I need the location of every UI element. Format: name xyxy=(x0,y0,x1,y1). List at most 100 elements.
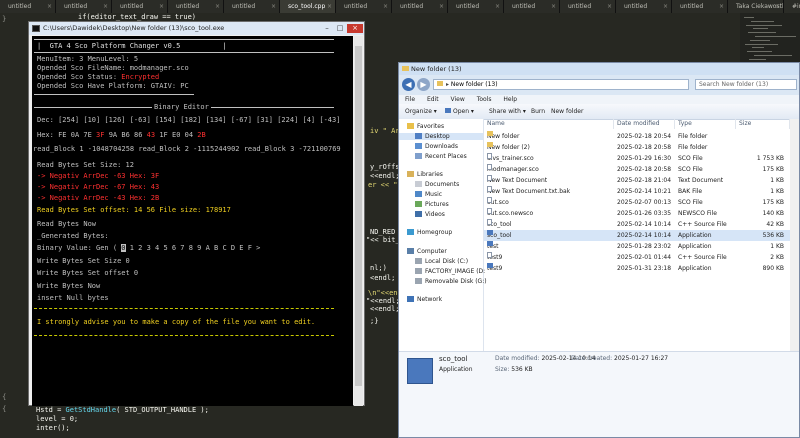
editor-tab[interactable]: untitled × xyxy=(672,0,728,13)
forward-arrow-icon[interactable]: ▶ xyxy=(417,78,430,91)
console-screen[interactable]: | GTA 4 Sco Platform Changer v0.5 | Menu… xyxy=(32,36,353,406)
share-with-button[interactable]: Share with ▾ xyxy=(489,104,526,119)
close-button[interactable]: × xyxy=(347,24,363,33)
file-row[interactable]: test9 2025-01-31 23:18 Application 890 KB xyxy=(484,263,790,274)
menu-edit[interactable]: Edit xyxy=(427,96,439,103)
file-list-scrollbar[interactable] xyxy=(790,119,799,351)
code-line-inter[interactable]: inter(); xyxy=(36,424,70,432)
editor-tab[interactable]: Taka Ciekawostka Dla Moich Fanów× xyxy=(728,0,784,13)
nav-network[interactable]: Network xyxy=(407,296,442,303)
binary-value-line[interactable]: Binary Value: Gen ( 0 1 2 3 4 5 6 7 8 9 … xyxy=(37,244,260,252)
file-row[interactable]: sco_tool 2025-02-14 10:14 C++ Source File 4… xyxy=(484,219,790,230)
code-line-top[interactable]: if(editor_text_draw == true) xyxy=(78,13,196,21)
file-row[interactable]: New folder (2) 2025-02-18 20:58 File folde… xyxy=(484,142,790,153)
nav-favorites[interactable]: Favorites xyxy=(407,123,444,130)
nav-recent[interactable]: Recent Places xyxy=(415,153,467,160)
write-now[interactable]: Write Bytes Now xyxy=(37,282,100,290)
code-fragment[interactable]: <endl; xyxy=(370,274,395,282)
column-size[interactable]: Size xyxy=(736,119,790,129)
address-input[interactable]: ▸ New folder (13) xyxy=(433,79,689,90)
code-fragment[interactable]: \n"<<end xyxy=(368,289,402,297)
close-tab-icon[interactable]: × xyxy=(327,0,332,13)
column-type[interactable]: Type xyxy=(675,119,736,129)
minimize-button[interactable]: – xyxy=(321,24,333,33)
close-tab-icon[interactable]: × xyxy=(383,0,388,13)
close-tab-icon[interactable]: × xyxy=(663,0,668,13)
menu-view[interactable]: View xyxy=(451,96,465,103)
nav-videos[interactable]: Videos xyxy=(415,211,445,218)
menu-tools[interactable]: Tools xyxy=(477,96,492,103)
close-tab-icon[interactable]: × xyxy=(719,0,724,13)
search-input[interactable]: Search New folder (13) xyxy=(695,79,797,90)
editor-tab[interactable]: untitled × xyxy=(56,0,112,13)
breadcrumb[interactable]: New folder (13) xyxy=(451,81,498,88)
close-tab-icon[interactable]: × xyxy=(47,0,52,13)
nav-local-disk[interactable]: Local Disk (C:) xyxy=(415,258,468,265)
nav-desktop[interactable]: Desktop xyxy=(399,133,483,140)
editor-tab[interactable]: untitled × xyxy=(168,0,224,13)
column-name[interactable]: Name xyxy=(484,119,614,129)
explorer-window[interactable]: New folder (13) ◀ ▶ ▸ New folder (13) Se… xyxy=(398,62,800,438)
close-tab-icon[interactable]: × xyxy=(551,0,556,13)
close-tab-icon[interactable]: × xyxy=(439,0,444,13)
editor-tab[interactable]: untitled × xyxy=(616,0,672,13)
back-arrow-icon[interactable]: ◀ xyxy=(402,78,415,91)
burn-button[interactable]: Burn xyxy=(531,104,545,119)
file-row[interactable]: New Text Document.txt.bak 2025-02-14 10:2… xyxy=(484,186,790,197)
menu-file[interactable]: File xyxy=(405,96,415,103)
file-row[interactable]: divs_trainer.sco 2025-01-29 16:30 SCO File… xyxy=(484,153,790,164)
file-row[interactable]: out.sco.newsco 2025-01-26 03:35 NEWSCO Fil… xyxy=(484,208,790,219)
file-row[interactable]: test9 2025-02-01 01:44 C++ Source File 2 KB xyxy=(484,252,790,263)
editor-tab[interactable]: untitled × xyxy=(0,0,56,13)
editor-tab[interactable]: untitled × xyxy=(560,0,616,13)
close-tab-icon[interactable]: × xyxy=(495,0,500,13)
maximize-button[interactable]: □ xyxy=(334,24,346,33)
read-bytes-now[interactable]: Read Bytes Now xyxy=(37,220,96,228)
column-date[interactable]: Date modified xyxy=(614,119,675,129)
close-tab-icon[interactable]: × xyxy=(215,0,220,13)
editor-tab[interactable]: untitled × xyxy=(504,0,560,13)
console-window[interactable]: C:\Users\Dawidek\Desktop\New folder (13)… xyxy=(28,21,365,406)
console-scroll-thumb[interactable] xyxy=(355,46,362,386)
file-row[interactable]: modmanager.sco 2025-02-18 20:58 SCO File 17… xyxy=(484,164,790,175)
file-row[interactable]: New folder 2025-02-18 20:54 File folder xyxy=(484,131,790,142)
editor-tab[interactable]: #include <conio.h>× xyxy=(784,0,800,13)
nav-libraries[interactable]: Libraries xyxy=(407,171,443,178)
editor-tab[interactable]: untitled × xyxy=(336,0,392,13)
code-fragment[interactable]: nl;) xyxy=(370,264,387,272)
nav-downloads[interactable]: Downloads xyxy=(415,143,458,150)
insert-null[interactable]: insert Null bytes xyxy=(37,294,109,302)
file-row[interactable]: test 2025-01-28 23:02 Application 1 KB xyxy=(484,241,790,252)
organize-button[interactable]: Organize ▾ xyxy=(405,104,437,119)
code-fragment[interactable]: ;} xyxy=(370,317,378,325)
code-line-hstd[interactable]: Hstd = GetStdHandle( STD_OUTPUT_HANDLE )… xyxy=(36,406,209,414)
nav-factory-image[interactable]: FACTORY_IMAGE (D: xyxy=(415,268,485,275)
file-row[interactable]: New Text Document 2025-02-18 21:04 Text Do… xyxy=(484,175,790,186)
close-tab-icon[interactable]: × xyxy=(775,0,780,13)
close-tab-icon[interactable]: × xyxy=(159,0,164,13)
console-titlebar[interactable]: C:\Users\Dawidek\Desktop\New folder (13)… xyxy=(29,22,364,35)
nav-documents[interactable]: Documents xyxy=(415,181,459,188)
file-list[interactable]: Name Date modified Type Size New folder 2… xyxy=(484,119,790,351)
open-button[interactable]: Open ▾ xyxy=(445,104,474,119)
close-tab-icon[interactable]: × xyxy=(271,0,276,13)
write-offset[interactable]: Write Bytes Set offset 0 xyxy=(37,269,138,277)
close-tab-icon[interactable]: × xyxy=(103,0,108,13)
file-row[interactable]: out.sco 2025-02-07 00:13 SCO File 175 KB xyxy=(484,197,790,208)
write-size[interactable]: Write Bytes Set Size 0 xyxy=(37,257,130,265)
editor-tab[interactable]: untitled × xyxy=(224,0,280,13)
explorer-titlebar[interactable]: New folder (13) xyxy=(399,63,799,75)
editor-tab[interactable]: untitled × xyxy=(112,0,168,13)
editor-tab[interactable]: untitled × xyxy=(448,0,504,13)
file-row[interactable]: sco_tool 2025-02-14 10:14 Application 536 K… xyxy=(484,230,790,241)
nav-computer[interactable]: Computer xyxy=(407,248,447,255)
editor-tab[interactable]: sco_tool.cpp × xyxy=(280,0,336,13)
console-scrollbar[interactable] xyxy=(354,36,363,406)
menu-help[interactable]: Help xyxy=(503,96,517,103)
nav-homegroup[interactable]: Homegroup xyxy=(407,229,452,236)
editor-tab[interactable]: untitled × xyxy=(392,0,448,13)
nav-pictures[interactable]: Pictures xyxy=(415,201,449,208)
code-line-level[interactable]: level = 0; xyxy=(36,415,78,423)
code-fragment[interactable]: "<< bit_ xyxy=(366,236,400,244)
nav-removable-disk[interactable]: Removable Disk (G:) xyxy=(415,278,487,285)
